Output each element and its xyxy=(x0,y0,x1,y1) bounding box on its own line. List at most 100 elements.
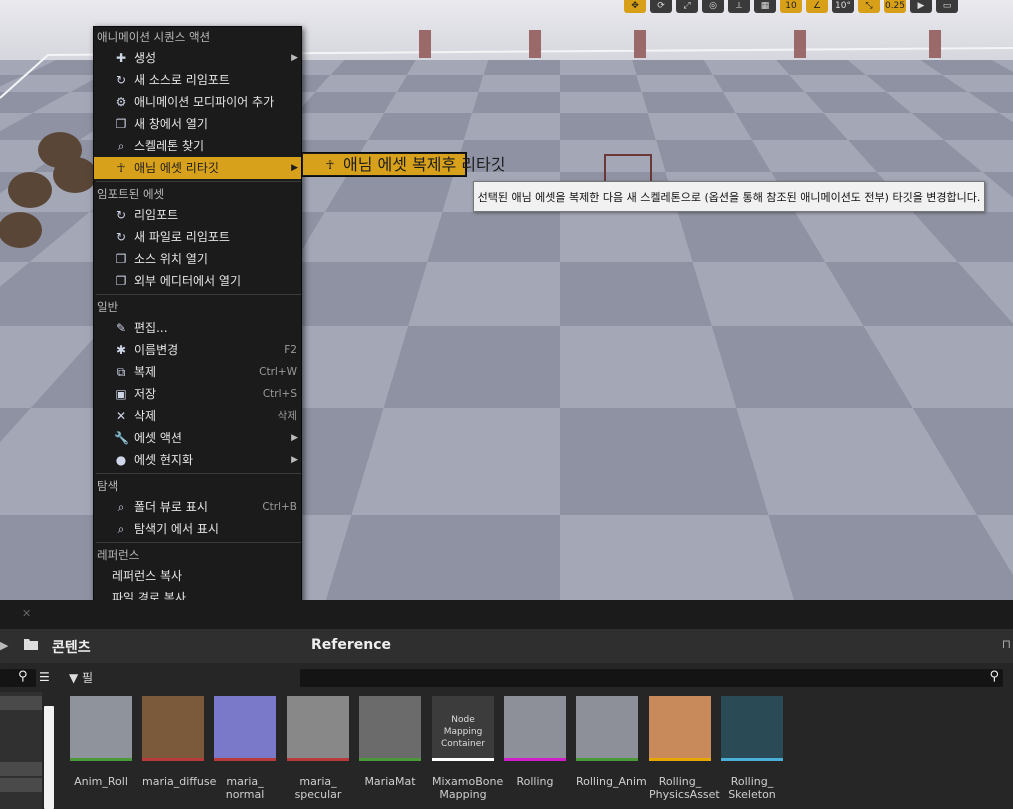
floor-tile xyxy=(656,140,772,172)
menu-item[interactable]: 레퍼런스 복사 xyxy=(94,565,301,587)
asset-tile[interactable]: Anim_Roll xyxy=(70,696,132,788)
rotation-size-button[interactable]: 10° xyxy=(832,0,854,13)
barrel-prop[interactable] xyxy=(53,157,97,193)
folder-tree-item[interactable] xyxy=(0,696,42,710)
menu-item-label: 폴더 뷰로 표시 xyxy=(134,500,208,514)
list-view-icon[interactable]: ☰ xyxy=(39,670,50,684)
floor-tile xyxy=(713,75,805,92)
menu-item[interactable]: ✱ 이름변경 F2 xyxy=(94,339,301,361)
character-actor[interactable] xyxy=(529,30,541,58)
translate-icon[interactable]: ✥ xyxy=(624,0,646,13)
folder-tree-item[interactable] xyxy=(0,778,42,792)
asset-tile[interactable]: maria_ specular xyxy=(287,696,349,801)
menu-item[interactable]: ▣ 저장 Ctrl+S xyxy=(94,383,301,405)
world-icon[interactable]: ◎ xyxy=(702,0,724,13)
character-actor[interactable] xyxy=(634,30,646,58)
folder-search-input[interactable]: ⚲ xyxy=(0,669,36,687)
menu-item[interactable]: ⌕ 탐색기 에서 표시 xyxy=(94,518,301,540)
scale-snap-icon[interactable]: ⤡ xyxy=(858,0,880,13)
menu-item[interactable]: ⧉ 복제 Ctrl+W xyxy=(94,361,301,383)
barrel-prop[interactable] xyxy=(0,212,42,248)
menu-item[interactable]: ● 에셋 현지화 ▶ xyxy=(94,449,301,471)
camera-speed-icon[interactable]: ▶ xyxy=(910,0,932,13)
floor-tile xyxy=(368,113,473,140)
grid-snap-icon[interactable]: ▦ xyxy=(754,0,776,13)
menu-item[interactable]: 🔧 에셋 액션 ▶ xyxy=(94,427,301,449)
save-icon: ▣ xyxy=(115,387,127,401)
layout-icon[interactable]: ▭ xyxy=(936,0,958,13)
character-actor[interactable] xyxy=(794,30,806,58)
menu-item[interactable]: ❐ 새 창에서 열기 xyxy=(94,113,301,135)
breadcrumb-root[interactable]: 콘텐츠 xyxy=(52,637,91,657)
character-actor[interactable] xyxy=(419,30,431,58)
scrollbar[interactable] xyxy=(44,706,54,809)
menu-item[interactable]: ☥ 애님 에셋 리타깃 ▶ xyxy=(94,157,301,179)
submenu-arrow-icon: ▶ xyxy=(291,455,298,465)
menu-item[interactable]: ↻ 새 파일로 리임포트 xyxy=(94,226,301,248)
asset-tile[interactable]: Rolling_ Skeleton xyxy=(721,696,783,801)
asset-thumbnail xyxy=(504,696,566,758)
menu-item[interactable]: ✕ 삭제 삭제 xyxy=(94,405,301,427)
asset-tile[interactable]: maria_diffuse xyxy=(142,696,216,788)
tooltip: 선택된 애님 에셋을 복제한 다음 새 스켈레톤으로 (옵션을 통해 참조된 애… xyxy=(473,181,985,212)
rotation-snap-icon[interactable]: ∠ xyxy=(806,0,828,13)
duplicate-and-retarget-item[interactable]: ☥ 애님 에셋 복제후 리타깃 xyxy=(303,154,505,175)
asset-type-bar xyxy=(649,758,711,761)
floor-tile xyxy=(560,92,648,113)
asset-tile[interactable]: maria_ normal xyxy=(214,696,276,801)
floor-tile xyxy=(636,75,724,92)
asset-type-bar xyxy=(142,758,204,761)
floor-tile xyxy=(464,113,560,140)
floor-tile xyxy=(472,92,560,113)
submenu-item-label: 애님 에셋 복제후 리타깃 xyxy=(343,155,506,174)
asset-tile[interactable]: Rolling_ PhysicsAsset xyxy=(649,696,720,801)
filters-label: 필 xyxy=(82,671,94,685)
menu-item[interactable]: ⌕ 폴더 뷰로 표시 Ctrl+B xyxy=(94,496,301,518)
asset-type-bar xyxy=(214,758,276,761)
menu-item-label: 애님 에셋 리타깃 xyxy=(134,161,219,175)
asset-label: Rolling_ PhysicsAsset xyxy=(649,775,720,801)
breadcrumb-current[interactable]: Reference xyxy=(311,637,391,653)
menu-item[interactable]: ❐ 소스 위치 열기 xyxy=(94,248,301,270)
lock-icon[interactable]: ⊓ xyxy=(1002,637,1011,651)
asset-tile[interactable]: Rolling xyxy=(504,696,566,788)
menu-item-label: 이름변경 xyxy=(134,343,179,357)
character-actor[interactable] xyxy=(929,30,941,58)
menu-item[interactable]: ↻ 새 소스로 리임포트 xyxy=(94,69,301,91)
menu-item[interactable]: ⚙ 애니메이션 모디파이어 추가 xyxy=(94,91,301,113)
asset-tile[interactable]: Rolling_Anim xyxy=(576,696,647,788)
floor-tile xyxy=(407,60,488,75)
chevron-right-icon[interactable]: ▶ xyxy=(0,639,8,652)
viewport-toolbar: ✥ ⟳ ⤢ ◎ ⟂ ▦ 10 ∠ 10° ⤡ 0.25 ▶ ▭ xyxy=(624,0,958,14)
surface-snap-icon[interactable]: ⟂ xyxy=(728,0,750,13)
rename-icon: ✱ xyxy=(115,343,127,357)
folder-tree-item[interactable] xyxy=(0,762,42,776)
asset-search-input[interactable]: ⚲ xyxy=(300,669,1003,687)
menu-separator xyxy=(96,294,301,295)
menu-section-header: 임포트된 에셋 xyxy=(97,187,165,201)
grid-size-button[interactable]: 10 xyxy=(780,0,802,13)
menu-item-label: 탐색기 에서 표시 xyxy=(134,522,219,536)
floor-tile xyxy=(384,92,479,113)
asset-type-bar xyxy=(721,758,783,761)
floor-tile xyxy=(326,515,560,600)
menu-item[interactable]: ↻ 리임포트 xyxy=(94,204,301,226)
menu-item-shortcut: Ctrl+B xyxy=(262,501,297,513)
menu-item[interactable]: ✚ 생성 ▶ xyxy=(94,47,301,69)
scale-size-button[interactable]: 0.25 xyxy=(884,0,906,13)
filters-button[interactable]: ▼ 필 xyxy=(69,669,93,687)
menu-item-shortcut: F2 xyxy=(284,344,297,356)
floor-tile xyxy=(330,60,416,75)
menu-item-label: 삭제 xyxy=(134,409,157,423)
close-icon[interactable]: ✕ xyxy=(22,607,31,620)
menu-item[interactable]: ✎ 편집... xyxy=(94,317,301,339)
rotate-icon[interactable]: ⟳ xyxy=(650,0,672,13)
asset-tile[interactable]: MariaMat xyxy=(359,696,421,788)
menu-item-label: 복제 xyxy=(134,365,157,379)
asset-tile[interactable]: Node Mapping Container MixamoBone Mapping xyxy=(432,696,503,801)
menu-item[interactable]: ❐ 외부 에디터에서 열기 xyxy=(94,270,301,292)
modifier-icon: ⚙ xyxy=(115,95,127,109)
scale-icon[interactable]: ⤢ xyxy=(676,0,698,13)
menu-item[interactable]: ⌕ 스켈레톤 찾기 xyxy=(94,135,301,157)
barrel-prop[interactable] xyxy=(8,172,52,208)
